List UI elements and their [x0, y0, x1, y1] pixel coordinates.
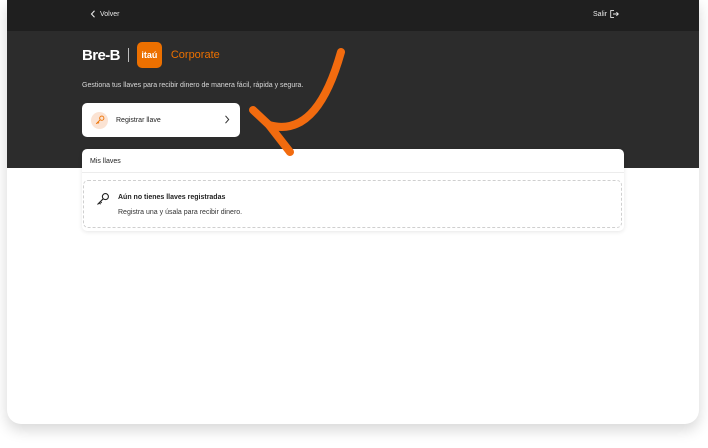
register-key-button[interactable]: Registrar llave: [82, 103, 240, 137]
logo-divider: [127, 48, 129, 62]
panel-divider: [82, 172, 624, 173]
segment-label: Corporate: [170, 49, 220, 61]
key-icon: [97, 193, 109, 205]
exit-button[interactable]: Salir: [593, 10, 619, 18]
empty-state: Aún no tienes llaves registradas Registr…: [83, 180, 622, 228]
back-label: Volver: [100, 10, 120, 18]
breb-logo: Bre-B: [82, 46, 120, 64]
key-icon: [95, 115, 104, 125]
empty-state-description: Registra una y úsala para recibir dinero…: [118, 209, 243, 216]
chevron-right-icon: [225, 115, 230, 124]
top-bar: Volver Salir: [7, 0, 699, 31]
key-icon-badge: [91, 111, 108, 129]
app-window: Volver Salir Bre-B itaú Corporate Gestio…: [7, 0, 699, 424]
brand-logos: Bre-B itaú Corporate: [82, 42, 220, 68]
empty-state-title: Aún no tienes llaves registradas: [118, 194, 226, 201]
itau-logo: itaú: [136, 42, 162, 68]
my-keys-title: Mis llaves: [90, 158, 121, 165]
chevron-left-icon: [90, 10, 95, 18]
page-subtitle: Gestiona tus llaves para recibir dinero …: [82, 82, 304, 89]
my-keys-panel: Mis llaves Aún no tienes llaves registra…: [82, 149, 624, 231]
logout-icon: [610, 10, 619, 18]
register-key-label: Registrar llave: [116, 116, 161, 124]
exit-label: Salir: [592, 10, 607, 18]
back-button[interactable]: Volver: [90, 10, 119, 18]
